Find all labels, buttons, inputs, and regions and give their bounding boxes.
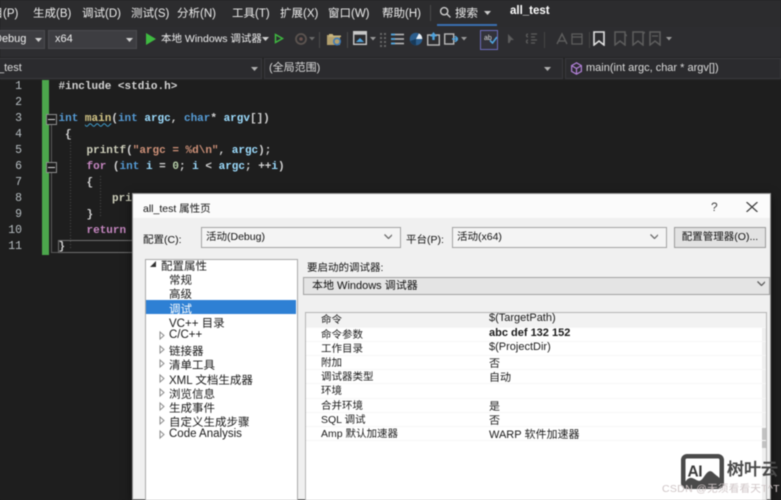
svg-text:AI: AI xyxy=(688,464,703,481)
